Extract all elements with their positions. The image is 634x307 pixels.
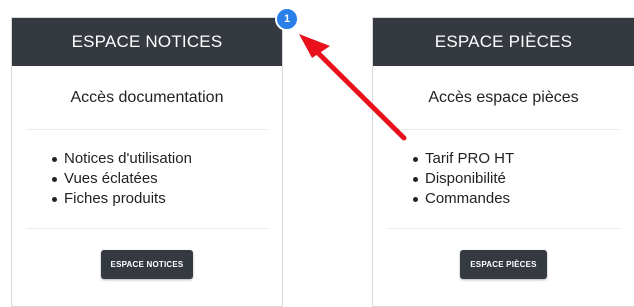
list-item: Notices d'utilisation	[52, 149, 254, 169]
espace-notices-button[interactable]: ESPACE NOTICES	[100, 250, 194, 279]
list-item: Disponibilité	[413, 169, 606, 189]
card-header: ESPACE PIÈCES	[373, 18, 634, 66]
espace-pieces-button[interactable]: ESPACE PIÈCES	[460, 250, 547, 279]
card-subtitle: Accès espace pièces	[387, 66, 620, 130]
feature-list: Tarif PRO HT Disponibilité Commandes	[387, 130, 620, 229]
list-item: Tarif PRO HT	[413, 149, 606, 169]
card-espace-notices: ESPACE NOTICES Accès documentation Notic…	[11, 17, 283, 307]
card-subtitle: Accès documentation	[26, 66, 268, 130]
list-item: Commandes	[413, 189, 606, 209]
feature-list: Notices d'utilisation Vues éclatées Fich…	[26, 130, 268, 229]
step-number-badge: 1	[275, 7, 299, 31]
card-header: ESPACE NOTICES	[12, 18, 282, 66]
list-item: Vues éclatées	[52, 169, 254, 189]
card-espace-pieces: ESPACE PIÈCES Accès espace pièces Tarif …	[372, 17, 634, 307]
list-item: Fiches produits	[52, 189, 254, 209]
